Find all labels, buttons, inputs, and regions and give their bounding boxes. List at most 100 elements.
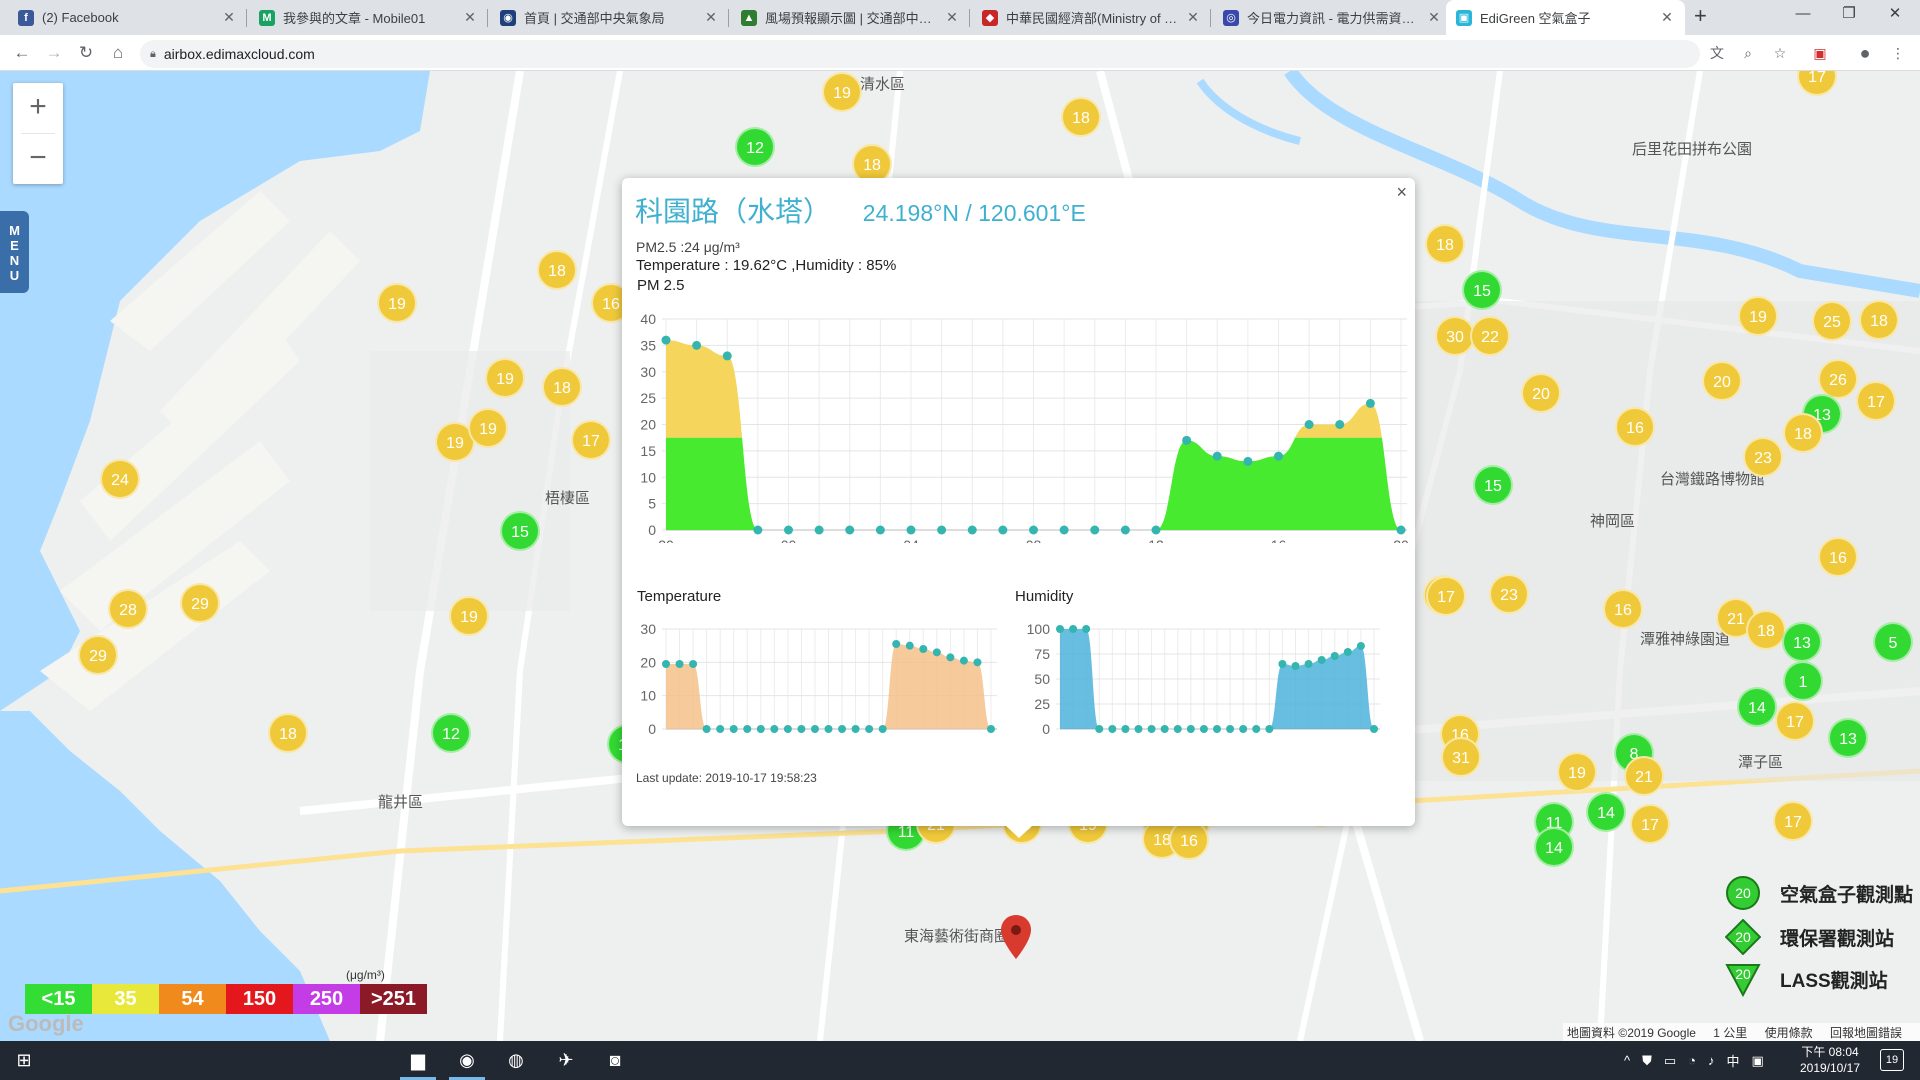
zoom-in-button[interactable]: +: [13, 83, 63, 133]
app-red-icon[interactable]: ◙: [591, 1041, 639, 1080]
zoom-icon[interactable]: ⌕: [1738, 43, 1758, 63]
address-bar[interactable]: 🔒︎ airbox.edimaxcloud.com: [140, 40, 1700, 68]
tray-icon[interactable]: ▣: [1752, 1053, 1764, 1069]
profile-icon[interactable]: ●: [1855, 43, 1875, 63]
airbox-station-marker[interactable]: 28: [108, 589, 148, 629]
browser-tab[interactable]: ▲ 風場預報顯示圖 | 交通部中央氣象局✕: [731, 0, 970, 35]
browser-tab[interactable]: ◆ 中華民國經濟部(Ministry of Eco ✕: [972, 0, 1211, 35]
tray-icon[interactable]: ◔: [1688, 1053, 1696, 1068]
tab-close-icon[interactable]: ✕: [1185, 9, 1201, 26]
airbox-station-marker[interactable]: 18: [1783, 413, 1823, 453]
tray-icon[interactable]: 中: [1727, 1051, 1740, 1070]
airbox-station-marker[interactable]: 18: [537, 250, 577, 290]
tab-close-icon[interactable]: ✕: [1426, 9, 1442, 26]
airbox-station-marker[interactable]: 12: [735, 127, 775, 167]
report-error-link[interactable]: 回報地圖錯誤: [1830, 1026, 1902, 1040]
airbox-station-marker[interactable]: 19: [377, 283, 417, 323]
tab-close-icon[interactable]: ✕: [1659, 9, 1675, 26]
minimize-button[interactable]: —: [1780, 0, 1826, 30]
airbox-station-marker[interactable]: 17: [1426, 576, 1466, 616]
browser-tab[interactable]: ◉ 首頁 | 交通部中央氣象局 ✕: [490, 0, 729, 35]
airbox-station-marker[interactable]: 15: [500, 511, 540, 551]
airbox-station-marker[interactable]: 19: [468, 408, 508, 448]
bookmark-star-icon[interactable]: ☆: [1770, 43, 1790, 63]
airbox-station-marker[interactable]: 23: [1489, 574, 1529, 614]
tray-icon[interactable]: ♪: [1708, 1053, 1715, 1068]
airbox-station-marker[interactable]: 21: [1624, 756, 1664, 796]
tray-icon[interactable]: ⛊: [1642, 1053, 1652, 1069]
airbox-station-marker[interactable]: 16: [1615, 407, 1655, 447]
airbox-station-marker[interactable]: 19: [485, 358, 525, 398]
zoom-out-button[interactable]: −: [13, 134, 63, 184]
airbox-station-marker[interactable]: 16: [1169, 820, 1209, 860]
airbox-station-marker[interactable]: 30: [1435, 316, 1475, 356]
tab-close-icon[interactable]: ✕: [703, 9, 719, 26]
airbox-station-marker[interactable]: 18: [268, 713, 308, 753]
airbox-station-marker[interactable]: 1: [1783, 661, 1823, 701]
airbox-station-marker[interactable]: 19: [1557, 752, 1597, 792]
selected-station-pin-icon[interactable]: [1001, 915, 1031, 959]
airbox-station-marker[interactable]: 14: [1737, 687, 1777, 727]
browser-tab[interactable]: f (2) Facebook ✕: [8, 0, 247, 35]
airbox-station-marker[interactable]: 13: [1828, 718, 1868, 758]
windows-start-icon[interactable]: ⊞: [0, 1041, 48, 1080]
airbox-station-marker[interactable]: 5: [1873, 622, 1913, 662]
taskbar-clock[interactable]: 下午 08:04 2019/10/17: [1790, 1044, 1870, 1076]
back-button[interactable]: ←: [10, 41, 34, 65]
new-tab-button[interactable]: +: [1694, 3, 1707, 29]
app-plane-icon[interactable]: ✈: [542, 1041, 590, 1080]
airbox-station-marker[interactable]: 15: [1473, 465, 1513, 505]
airbox-station-marker[interactable]: 17: [571, 420, 611, 460]
close-window-button[interactable]: ✕: [1872, 0, 1918, 30]
airbox-station-marker[interactable]: 23: [1743, 437, 1783, 477]
browser-tab[interactable]: ▣ EdiGreen 空氣盒子 ✕: [1446, 0, 1685, 35]
airbox-station-marker[interactable]: 19: [822, 72, 862, 112]
airbox-station-marker[interactable]: 26: [1818, 359, 1858, 399]
airbox-station-marker[interactable]: 18: [1859, 300, 1899, 340]
notification-center-icon[interactable]: 19: [1880, 1049, 1904, 1071]
restore-button[interactable]: ❐: [1826, 0, 1872, 30]
airbox-station-marker[interactable]: 16: [1603, 589, 1643, 629]
airbox-station-marker[interactable]: 12: [431, 713, 471, 753]
airbox-station-marker[interactable]: 20: [1521, 373, 1561, 413]
translate-icon[interactable]: 文: [1707, 43, 1727, 63]
browser-tab[interactable]: ◎ 今日電力資訊 - 電力供需資訊 - 台 ✕: [1213, 0, 1452, 35]
browser-tab[interactable]: M 我參與的文章 - Mobile01 ✕: [249, 0, 488, 35]
airbox-station-marker[interactable]: 13: [1782, 622, 1822, 662]
airbox-station-marker[interactable]: 31: [1441, 737, 1481, 777]
airbox-station-marker[interactable]: 17: [1773, 801, 1813, 841]
tab-close-icon[interactable]: ✕: [221, 9, 237, 26]
reload-button[interactable]: ↻: [74, 41, 98, 65]
home-button[interactable]: ⌂: [106, 41, 130, 65]
chrome-icon[interactable]: ◉: [443, 1041, 491, 1080]
airbox-station-marker[interactable]: 16: [1818, 537, 1858, 577]
extension-icon[interactable]: ▣: [1810, 43, 1830, 63]
more-menu-icon[interactable]: ⋮: [1888, 43, 1908, 63]
map-canvas[interactable]: 梧棲區 龍井區 東海藝術街商圈 神岡區 潭雅神綠園道 后里花田拼布公園 台灣鐵路博物館 潭子區…: [0, 71, 1920, 1041]
menu-toggle-tab[interactable]: MENU: [0, 211, 29, 293]
airbox-station-marker[interactable]: 19: [449, 596, 489, 636]
airbox-station-marker[interactable]: 29: [78, 635, 118, 675]
tab-close-icon[interactable]: ✕: [944, 9, 960, 26]
airbox-station-marker[interactable]: 18: [542, 367, 582, 407]
airbox-station-marker[interactable]: 14: [1586, 792, 1626, 832]
airbox-station-marker[interactable]: 17: [1856, 381, 1896, 421]
file-explorer-icon[interactable]: ▆: [394, 1041, 442, 1080]
tab-close-icon[interactable]: ✕: [462, 9, 478, 26]
airbox-station-marker[interactable]: 17: [1630, 804, 1670, 844]
airbox-station-marker[interactable]: 24: [100, 459, 140, 499]
tray-icon[interactable]: ▭: [1664, 1053, 1676, 1069]
airbox-station-marker[interactable]: 18: [1425, 224, 1465, 264]
forward-button[interactable]: →: [42, 41, 66, 65]
tray-icon[interactable]: ^: [1624, 1053, 1630, 1068]
airbox-station-marker[interactable]: 18: [1061, 97, 1101, 137]
airbox-station-marker[interactable]: 29: [180, 583, 220, 623]
popup-close-button[interactable]: ×: [1396, 182, 1407, 203]
airbox-station-marker[interactable]: 19: [1738, 296, 1778, 336]
app-bird-icon[interactable]: ◍: [492, 1041, 540, 1080]
terms-link[interactable]: 使用條款: [1765, 1026, 1813, 1040]
airbox-station-marker[interactable]: 17: [1775, 701, 1815, 741]
airbox-station-marker[interactable]: 22: [1470, 316, 1510, 356]
airbox-station-marker[interactable]: 18: [1746, 610, 1786, 650]
airbox-station-marker[interactable]: 15: [1462, 270, 1502, 310]
